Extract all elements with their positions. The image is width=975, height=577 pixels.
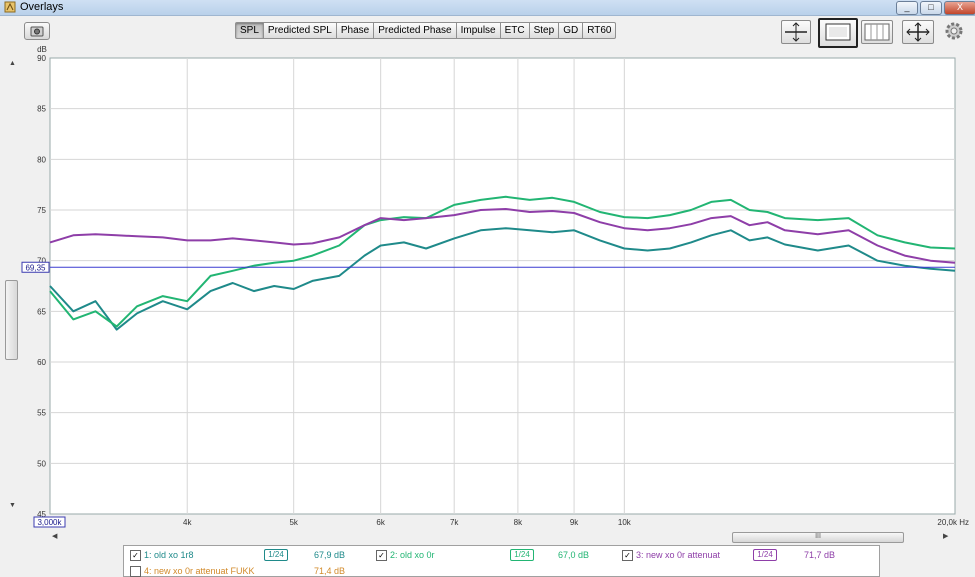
tab-phase[interactable]: Phase xyxy=(336,22,375,39)
legend-value: 71,7 dB xyxy=(804,550,836,560)
tab-predicted-spl[interactable]: Predicted SPL xyxy=(263,22,337,39)
y-tick-label: 50 xyxy=(37,459,46,468)
tab-step[interactable]: Step xyxy=(529,22,560,39)
scroll-right-icon[interactable]: ▶ xyxy=(943,532,948,540)
grid-button[interactable] xyxy=(861,20,893,44)
display-button[interactable] xyxy=(818,18,858,48)
legend-label: 2: old xo 0r xyxy=(390,550,435,560)
cursor-value-label: 69,35 xyxy=(25,263,46,272)
camera-button[interactable] xyxy=(24,22,50,40)
x-tick-label: 8k xyxy=(514,518,523,527)
tab-impulse[interactable]: Impulse xyxy=(456,22,501,39)
gear-icon xyxy=(945,22,963,40)
y-tick-label: 55 xyxy=(37,409,46,418)
x-tick-label: 5k xyxy=(289,518,298,527)
vertical-zoom-icon xyxy=(785,22,807,42)
scroll-left-icon[interactable]: ◀ xyxy=(52,532,57,540)
legend-checkbox[interactable] xyxy=(130,566,141,577)
legend-label: 1: old xo 1r8 xyxy=(144,550,194,560)
plot-area xyxy=(49,57,956,515)
legend-checkbox[interactable]: ✓ xyxy=(376,550,387,561)
smoothing-badge[interactable]: 1/24 xyxy=(264,549,288,561)
x-tick-label: 10k xyxy=(618,518,632,527)
x-tick-label: 7k xyxy=(450,518,459,527)
smoothing-badge[interactable]: 1/24 xyxy=(510,549,534,561)
pan-button[interactable] xyxy=(902,20,934,44)
x-start-label: 3,000k xyxy=(37,518,62,527)
minimize-button[interactable]: _ xyxy=(896,1,918,15)
smoothing-badge[interactable]: 1/24 xyxy=(753,549,777,561)
y-unit-label: dB xyxy=(37,46,47,54)
y-tick-label: 80 xyxy=(37,155,46,164)
tab-rt60[interactable]: RT60 xyxy=(583,22,617,39)
y-tick-label: 75 xyxy=(37,206,46,215)
horizontal-scrollbar[interactable]: ◀ III ▶ xyxy=(50,531,955,543)
close-button[interactable]: X xyxy=(944,1,975,15)
legend-checkbox[interactable]: ✓ xyxy=(622,550,633,561)
y-tick-label: 85 xyxy=(37,105,46,114)
x-end-label: 20,0k Hz xyxy=(937,518,969,527)
tab-etc[interactable]: ETC xyxy=(500,22,530,39)
x-tick-label: 6k xyxy=(376,518,385,527)
spl-chart[interactable]: 90 85 80 75 70 65 60 55 50 45 dB 4k 5k 6k 7k 8k 9k 10k 3,0… xyxy=(0,46,975,530)
pan-icon xyxy=(906,22,930,42)
tab-spl[interactable]: SPL xyxy=(235,22,264,39)
y-tick-label: 65 xyxy=(37,307,46,316)
legend-panel: ✓ 1: old xo 1r8 1/24 67,9 dB ✓ 2: old xo… xyxy=(123,545,880,577)
x-tick-label: 4k xyxy=(183,518,192,527)
legend-checkbox[interactable]: ✓ xyxy=(130,550,141,561)
app-icon xyxy=(4,1,16,13)
grid-icon xyxy=(864,23,890,41)
graph-tabs: SPL Predicted SPL Phase Predicted Phase Impu… xyxy=(235,22,617,39)
tab-gd[interactable]: GD xyxy=(559,22,584,39)
settings-button[interactable] xyxy=(944,21,964,41)
legend-value: 67,0 dB xyxy=(558,550,590,560)
window-title: Overlays xyxy=(20,1,64,13)
camera-icon xyxy=(30,26,44,37)
horizontal-scrollbar-thumb[interactable]: III xyxy=(732,532,904,543)
toolbar: SPL Predicted SPL Phase Predicted Phase Impu… xyxy=(0,16,975,48)
x-tick-label: 9k xyxy=(570,518,579,527)
vertical-zoom-button[interactable] xyxy=(781,20,811,44)
spl-chart-svg: 90858075706560555045dB4k 5k 6k 7k 8k 9k 10k3,0… xyxy=(21,46,969,528)
y-tick-label: 60 xyxy=(37,358,46,367)
legend-value: 67,9 dB xyxy=(314,550,346,560)
display-icon xyxy=(825,23,851,41)
maximize-button[interactable]: □ xyxy=(920,1,942,15)
legend-label: 3: new xo 0r attenuat xyxy=(636,550,721,560)
tab-predicted-phase[interactable]: Predicted Phase xyxy=(374,22,457,39)
y-tick-label: 90 xyxy=(37,54,46,63)
title-bar: Overlays _ □ X xyxy=(0,0,975,16)
